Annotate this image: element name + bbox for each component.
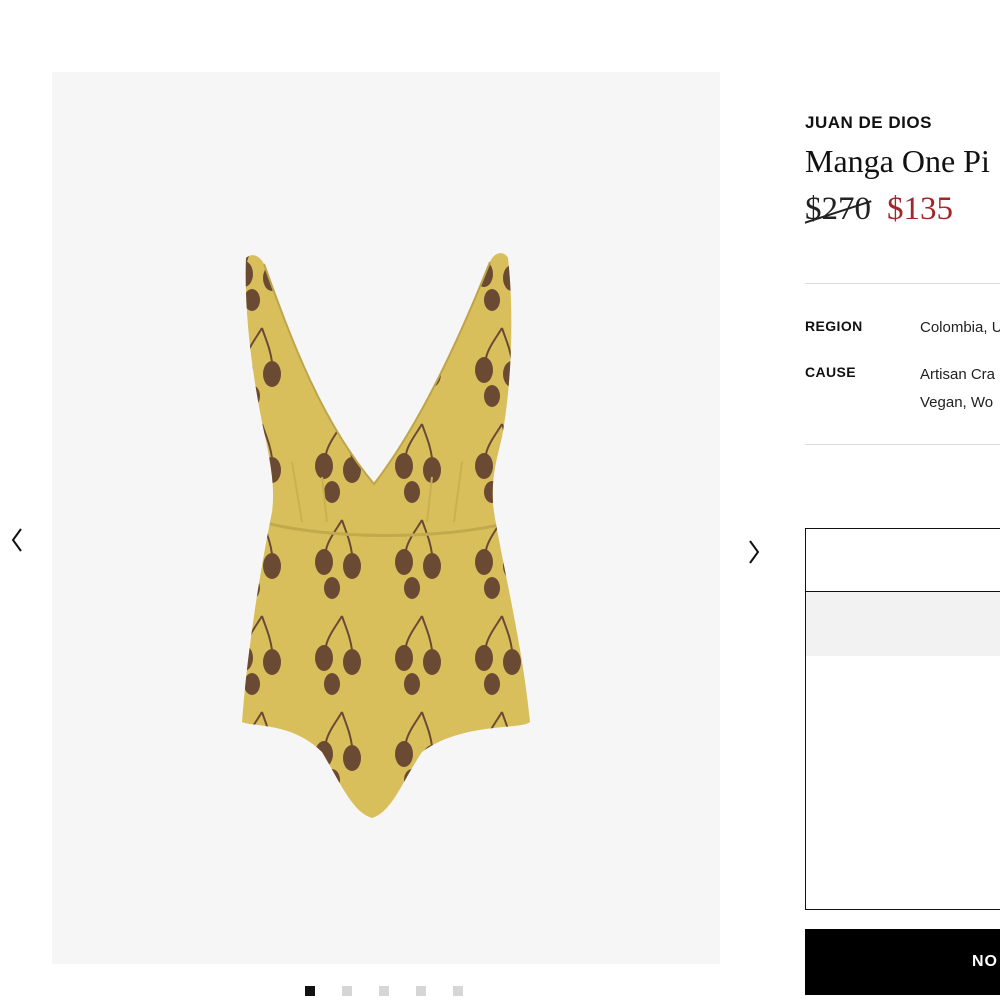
divider xyxy=(805,283,1000,284)
cause-value: Artisan Cra Vegan, Wo xyxy=(920,361,995,417)
size-option-highlighted[interactable] xyxy=(806,592,1000,656)
gallery-dot-4[interactable] xyxy=(416,986,426,996)
gallery-pagination xyxy=(305,986,463,996)
region-label: REGION xyxy=(805,318,863,334)
size-select-header[interactable] xyxy=(806,529,1000,592)
product-info-panel: JUAN DE DIOS Manga One Pi $270 $135 REGIO… xyxy=(805,0,1000,1000)
original-price: $270 xyxy=(805,191,871,227)
region-value: Colombia, U xyxy=(920,319,1000,336)
product-gallery xyxy=(52,72,720,964)
cause-label: CAUSE xyxy=(805,364,857,380)
gallery-dot-2[interactable] xyxy=(342,986,352,996)
previous-image-button[interactable] xyxy=(2,520,32,560)
gallery-dot-1[interactable] xyxy=(305,986,315,996)
divider xyxy=(805,444,1000,445)
product-image xyxy=(242,253,530,818)
product-page: JUAN DE DIOS Manga One Pi $270 $135 REGIO… xyxy=(0,0,1000,1000)
product-title: Manga One Pi xyxy=(805,143,990,179)
sale-price: $135 xyxy=(887,191,953,227)
size-select-box xyxy=(805,528,1000,910)
brand-name[interactable]: JUAN DE DIOS xyxy=(805,113,932,133)
cause-value-line-1: Artisan Cra xyxy=(920,366,996,383)
chevron-right-icon xyxy=(749,540,760,564)
gallery-dot-5[interactable] xyxy=(453,986,463,996)
chevron-left-icon xyxy=(11,528,22,552)
gallery-dot-3[interactable] xyxy=(379,986,389,996)
next-image-button[interactable] xyxy=(739,532,769,572)
price-row: $270 $135 xyxy=(805,191,953,228)
cause-value-line-2: Vegan, Wo xyxy=(920,394,994,411)
add-to-cart-button[interactable]: NO xyxy=(805,929,1000,995)
